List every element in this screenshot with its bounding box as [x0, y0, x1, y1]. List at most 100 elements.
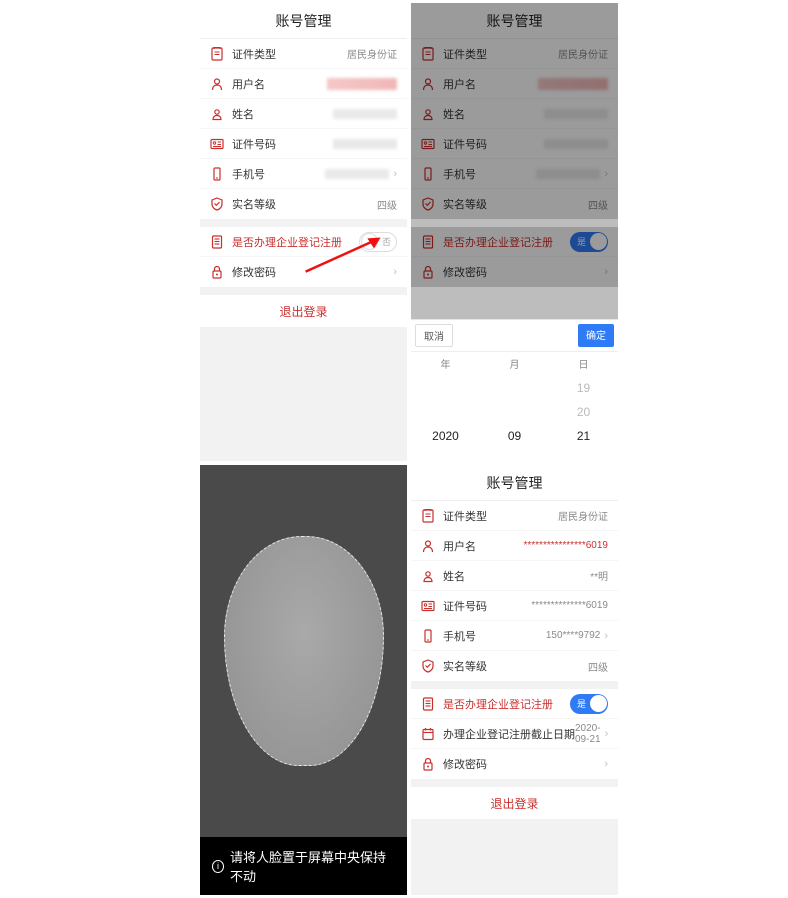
- label-deadline: 办理企业登记注册截止日期: [443, 726, 575, 742]
- chevron-right-icon: ›: [604, 168, 608, 180]
- calendar-icon: [421, 727, 435, 741]
- page-title: 账号管理: [200, 3, 407, 39]
- logout-button[interactable]: 退出登录: [200, 295, 407, 327]
- label-username: 用户名: [232, 76, 265, 92]
- value-realname: **明: [590, 568, 608, 583]
- row-username: 用户名: [200, 69, 407, 99]
- person-icon: [421, 569, 435, 583]
- person-icon: [421, 107, 435, 121]
- shield-icon: [421, 659, 435, 673]
- label-register: 是否办理企业登记注册: [232, 234, 342, 250]
- row-realname: 姓名: [411, 99, 618, 129]
- row-realname: 姓名 **明: [411, 561, 618, 591]
- row-doctype: 证件类型 居民身份证: [411, 39, 618, 69]
- doctype-icon: [421, 509, 435, 523]
- row-register: 是否办理企业登记注册 是: [411, 689, 618, 719]
- user-icon: [421, 77, 435, 91]
- chevron-right-icon: ›: [604, 758, 608, 770]
- date-picker: 取消 确定 年 月 日 2020 09: [411, 319, 618, 461]
- user-icon: [210, 77, 224, 91]
- row-idnum: 证件号码 **************6019: [411, 591, 618, 621]
- label-level: 实名等级: [232, 196, 276, 212]
- page-title: 账号管理: [411, 3, 618, 39]
- value-deadline: 2020-09-21: [575, 723, 601, 745]
- row-doctype: 证件类型 居民身份证: [411, 501, 618, 531]
- chevron-right-icon: ›: [604, 630, 608, 642]
- register-toggle[interactable]: 是: [570, 694, 608, 714]
- label-chpwd: 修改密码: [232, 264, 276, 280]
- picker-wheel[interactable]: 2020 09 19 20 21: [411, 375, 618, 461]
- row-doctype: 证件类型 居民身份证: [200, 39, 407, 69]
- chevron-right-icon: ›: [605, 728, 609, 740]
- row-chpwd[interactable]: 修改密码 ›: [411, 257, 618, 287]
- row-idnum: 证件号码: [411, 129, 618, 159]
- phone-icon: [421, 167, 435, 181]
- row-level: 实名等级 四级: [411, 651, 618, 681]
- doc-red-icon: [421, 697, 435, 711]
- register-toggle[interactable]: 是: [570, 232, 608, 252]
- row-phone[interactable]: 手机号 ›: [411, 159, 618, 189]
- screen-account-datepicker: 账号管理 证件类型 居民身份证 用户名 姓名: [411, 3, 618, 461]
- value-phone: 150****9792: [546, 630, 601, 641]
- register-toggle[interactable]: 否: [359, 232, 397, 252]
- value-phone-redacted: [325, 169, 389, 179]
- row-phone[interactable]: 手机号 150****9792 ›: [411, 621, 618, 651]
- picker-col-year: 年: [411, 356, 480, 371]
- label-idnum: 证件号码: [232, 136, 276, 152]
- screen-face-capture: i 请将人脸置于屏幕中央保持不动: [200, 465, 407, 895]
- screen-account-filled: 账号管理 证件类型 居民身份证 用户名 ****************6019…: [411, 465, 618, 895]
- picker-col-month: 月: [480, 356, 549, 371]
- value-level: 四级: [377, 197, 397, 212]
- row-level: 实名等级 四级: [200, 189, 407, 219]
- person-icon: [210, 107, 224, 121]
- row-register: 是否办理企业登记注册 否: [200, 227, 407, 257]
- row-chpwd[interactable]: 修改密码 ›: [411, 749, 618, 779]
- lock-icon: [421, 265, 435, 279]
- label-realname: 姓名: [232, 106, 254, 122]
- row-realname: 姓名: [200, 99, 407, 129]
- doctype-icon: [210, 47, 224, 61]
- doc-red-icon: [421, 235, 435, 249]
- toggle-label: 否: [382, 235, 391, 248]
- row-deadline[interactable]: 办理企业登记注册截止日期 2020-09-21 ›: [411, 719, 618, 749]
- value-idnum-redacted: [333, 139, 397, 149]
- row-idnum: 证件号码: [200, 129, 407, 159]
- value-username: ****************6019: [523, 540, 608, 551]
- idcard-icon: [421, 599, 435, 613]
- row-level: 实名等级 四级: [411, 189, 618, 219]
- face-hint-bar: i 请将人脸置于屏幕中央保持不动: [200, 837, 407, 895]
- chevron-right-icon: ›: [604, 266, 608, 278]
- face-hint-text: 请将人脸置于屏幕中央保持不动: [230, 847, 395, 885]
- screen-account-toggle-off: 账号管理 证件类型 居民身份证 用户名 姓名 证件号码: [200, 3, 407, 461]
- picker-cancel-button[interactable]: 取消: [415, 324, 453, 347]
- doctype-icon: [421, 47, 435, 61]
- row-chpwd[interactable]: 修改密码 ›: [200, 257, 407, 287]
- value-idnum: **************6019: [531, 600, 608, 611]
- lock-icon: [421, 757, 435, 771]
- chevron-right-icon: ›: [393, 266, 397, 278]
- toggle-knob: [361, 233, 378, 250]
- value-realname-redacted: [333, 109, 397, 119]
- shield-icon: [421, 197, 435, 211]
- label-doctype: 证件类型: [232, 46, 276, 62]
- phone-icon: [210, 167, 224, 181]
- value-username-redacted: [327, 78, 397, 90]
- picker-ok-button[interactable]: 确定: [578, 324, 614, 347]
- row-register: 是否办理企业登记注册 是: [411, 227, 618, 257]
- doc-red-icon: [210, 235, 224, 249]
- row-username: 用户名 ****************6019: [411, 531, 618, 561]
- lock-icon: [210, 265, 224, 279]
- row-username: 用户名: [411, 69, 618, 99]
- value-doctype: 居民身份证: [347, 46, 397, 61]
- label-phone: 手机号: [232, 166, 265, 182]
- page-title: 账号管理: [411, 465, 618, 501]
- chevron-right-icon: ›: [393, 168, 397, 180]
- user-icon: [421, 539, 435, 553]
- idcard-icon: [421, 137, 435, 151]
- shield-icon: [210, 197, 224, 211]
- info-icon: i: [212, 860, 224, 873]
- phone-icon: [421, 629, 435, 643]
- row-phone[interactable]: 手机号 ›: [200, 159, 407, 189]
- logout-button[interactable]: 退出登录: [411, 787, 618, 819]
- picker-col-day: 日: [549, 356, 618, 371]
